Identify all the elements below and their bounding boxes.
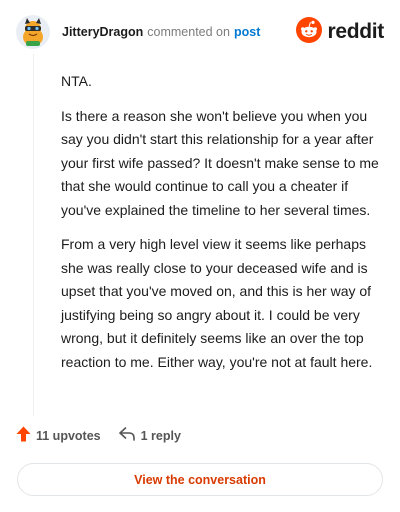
thread-line <box>33 54 34 416</box>
reddit-snoo-icon <box>296 16 323 48</box>
comment-card: JitteryDragon commented on post reddit N… <box>0 0 400 512</box>
reply-button[interactable]: 1 reply <box>118 427 181 444</box>
comment-header: JitteryDragon commented on post reddit <box>16 14 384 50</box>
user-avatar[interactable] <box>16 15 50 49</box>
post-link[interactable]: post <box>234 25 260 39</box>
username-link[interactable]: JitteryDragon <box>62 25 143 39</box>
reply-count: 1 reply <box>140 428 181 443</box>
comment-paragraph: Is there a reason she won't believe you … <box>61 107 379 218</box>
reddit-brand[interactable]: reddit <box>296 16 384 48</box>
reddit-wordmark: reddit <box>327 20 384 43</box>
comment-meta: JitteryDragon commented on post <box>62 25 260 39</box>
upvote-count: 11 upvotes <box>36 428 101 443</box>
view-conversation-button[interactable]: View the conversation <box>17 463 383 496</box>
upvote-button[interactable]: 11 upvotes <box>16 426 101 445</box>
reply-arrow-icon <box>118 427 135 444</box>
comment-body: NTA. Is there a reason she won't believe… <box>61 70 379 385</box>
comment-paragraph: From a very high level view it seems lik… <box>61 236 373 370</box>
upvote-arrow-icon <box>16 426 31 445</box>
action-text: commented on <box>147 25 230 39</box>
comment-actions: 11 upvotes 1 reply <box>16 426 181 445</box>
comment-paragraph: NTA. <box>61 73 92 89</box>
